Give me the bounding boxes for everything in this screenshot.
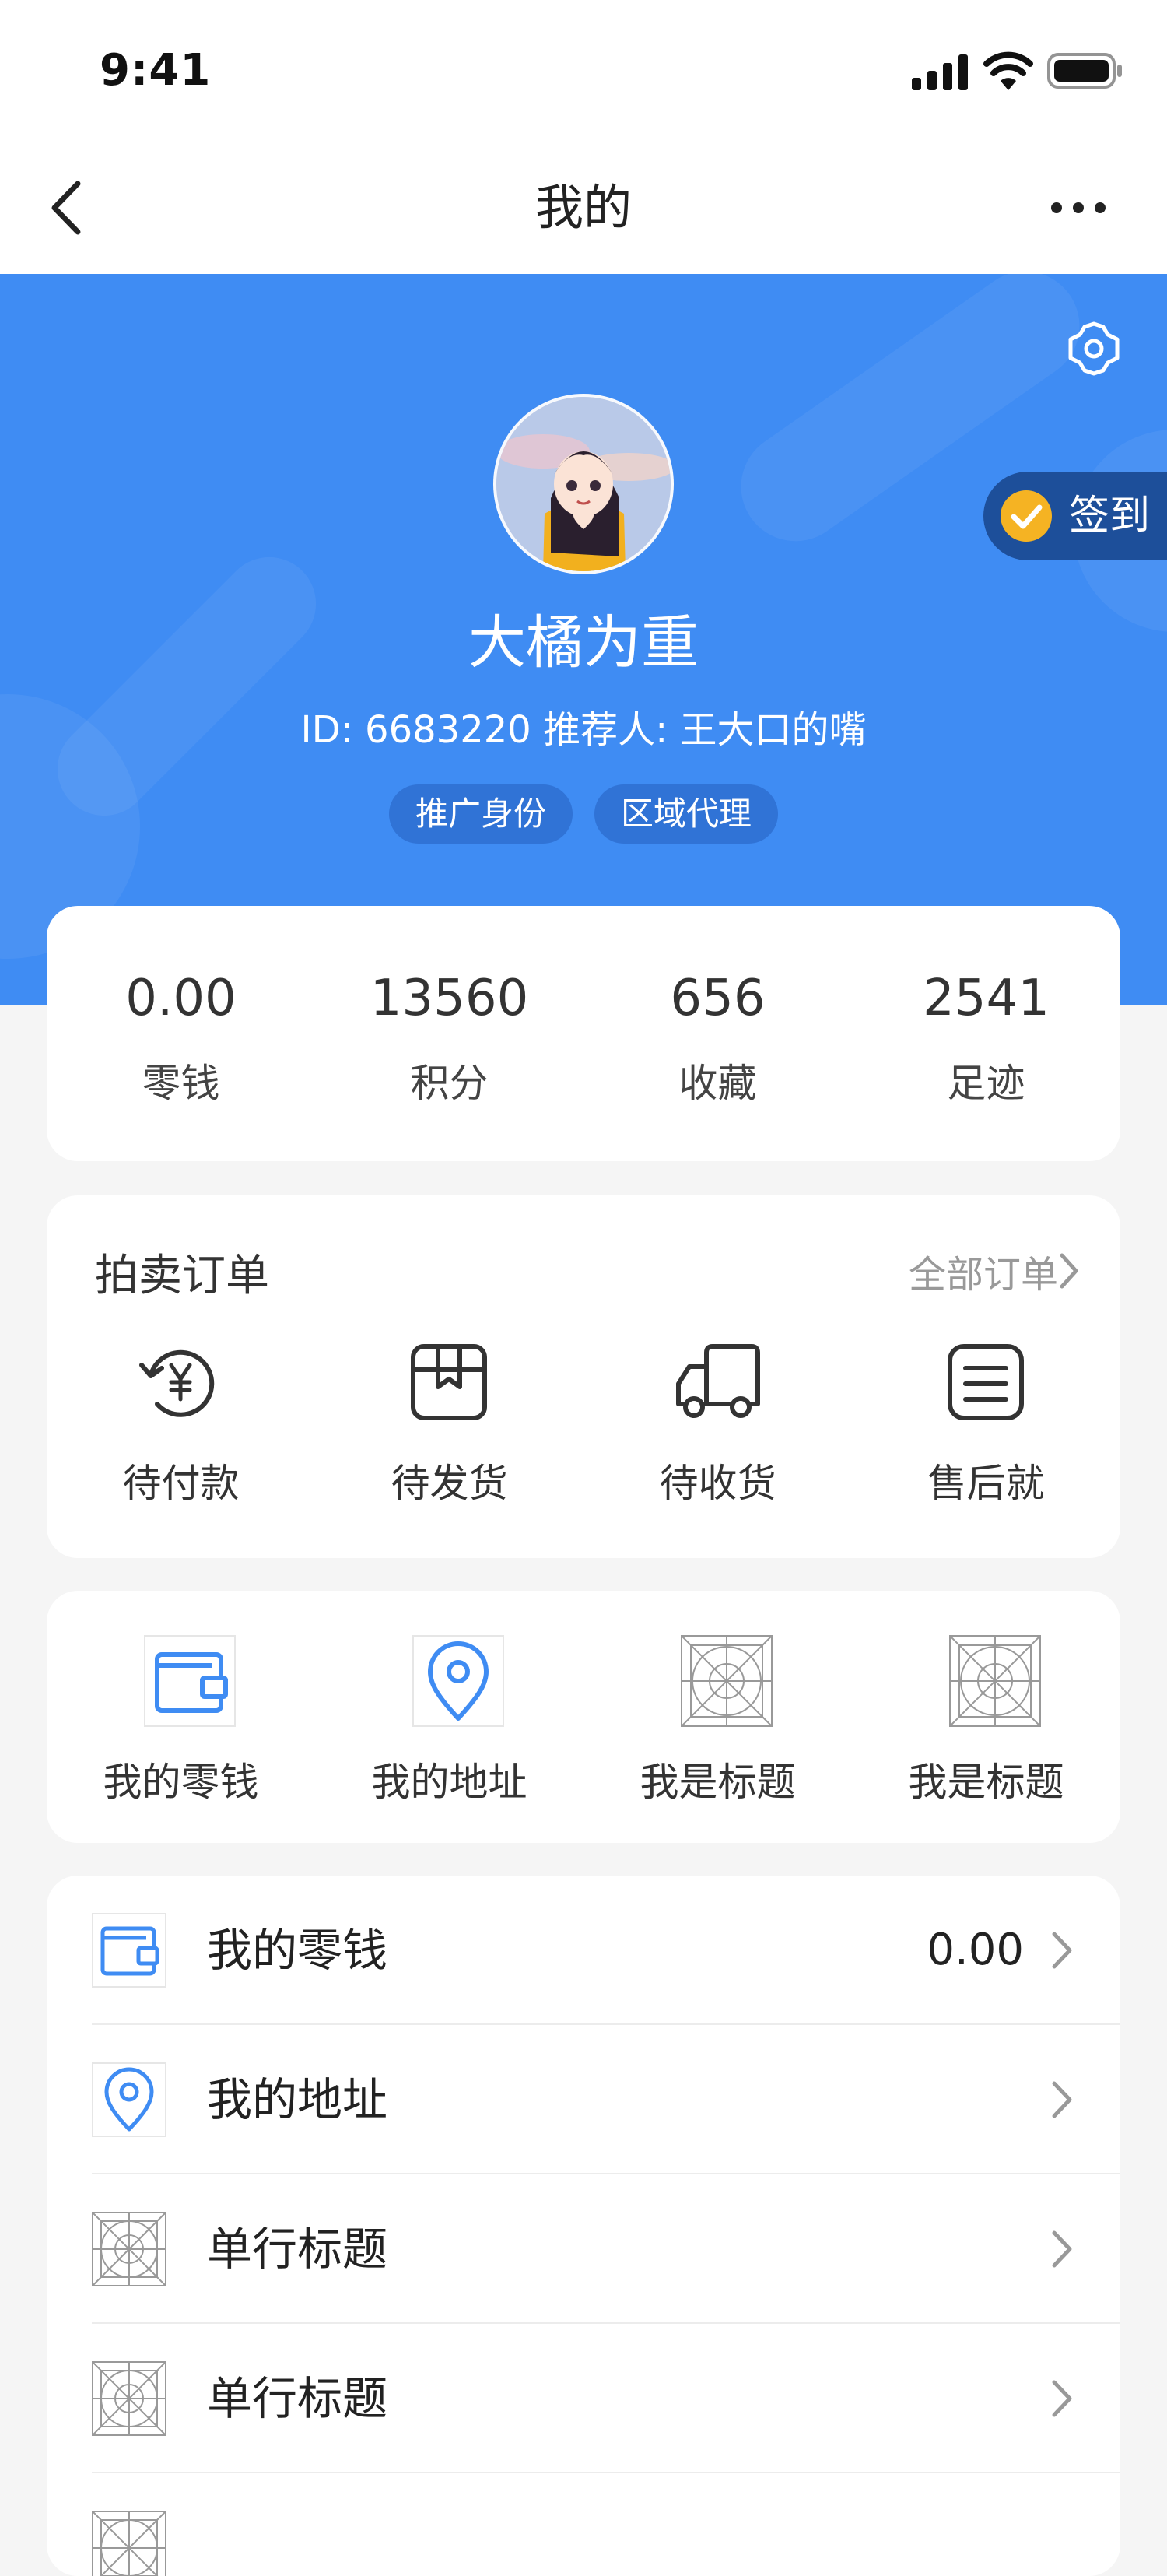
pending-shipment-icon [411,1344,487,1420]
menu-value: 0.00 [927,1925,1024,1975]
stat-footprints[interactable]: 2541 足迹 [852,906,1120,1161]
location-pin-icon [92,2062,166,2137]
placeholder-icon [949,1635,1041,1727]
stat-value: 0.00 [125,970,237,1027]
shortcut-label: 我的零钱 [103,1760,259,1805]
avatar-illustration [496,397,671,571]
wallet-icon [144,1635,236,1727]
settings-gear-icon[interactable] [1063,318,1125,380]
order-pending-receipt[interactable]: 待收货 [584,1335,852,1538]
more-icon[interactable] [1047,187,1109,229]
stat-favorites[interactable]: 656 收藏 [584,906,852,1161]
order-label: 待收货 [659,1461,776,1506]
avatar[interactable] [493,394,674,574]
stat-value: 2541 [923,970,1050,1027]
menu-item-partial[interactable] [47,2473,1120,2576]
menu-label: 单行标题 [207,2372,388,2425]
delivery-truck-icon [676,1344,760,1418]
chevron-right-icon [1052,2230,1072,2268]
menu-item-my-address[interactable]: 我的地址 [47,2025,1120,2174]
shortcut-label: 我是标题 [640,1760,796,1805]
stat-points[interactable]: 13560 积分 [315,906,584,1161]
back-arrow-icon[interactable] [44,173,90,243]
wifi-icon [983,51,1033,90]
placeholder-icon [681,1635,773,1727]
signal-icon [912,54,968,90]
menu-label: 我的零钱 [207,1924,388,1977]
placeholder-icon [92,2361,166,2436]
menu-item-single-title-1[interactable]: 单行标题 [47,2174,1120,2324]
menu-item-single-title-2[interactable]: 单行标题 [47,2324,1120,2473]
shortcut-my-change[interactable]: 我的零钱 [47,1591,315,1843]
shortcuts-card: 我的零钱 我的地址 我是标题 我是标题 [47,1591,1120,1843]
after-sales-icon [948,1344,1024,1420]
shortcut-title-1[interactable]: 我是标题 [584,1591,852,1843]
menu-item-my-change[interactable]: 我的零钱 0.00 [47,1876,1120,2025]
page-title: 我的 [534,179,632,236]
stats-card: 0.00 零钱 13560 积分 656 收藏 2541 足迹 [47,906,1120,1161]
orders-title: 拍卖订单 [95,1251,269,1301]
all-orders-link[interactable]: 全部订单 [909,1244,1058,1298]
order-pending-shipment[interactable]: 待发货 [315,1335,584,1538]
chevron-right-icon [1052,1932,1072,1969]
user-name: 大橘为重 [468,609,699,676]
checkin-check-icon [1001,490,1052,542]
user-id-referrer: ID: 6683220 推荐人: 王大口的嘴 [300,708,867,752]
location-pin-icon [412,1635,504,1727]
shortcut-my-address[interactable]: 我的地址 [315,1591,584,1843]
stat-value: 13560 [370,970,529,1027]
stat-value: 656 [670,970,766,1027]
chevron-right-icon [1052,2380,1072,2417]
order-label: 待付款 [122,1461,240,1506]
stat-label: 积分 [410,1061,489,1106]
placeholder-icon [92,2212,166,2286]
checkin-button[interactable]: 签到 [983,472,1167,560]
tag-promotion-identity[interactable]: 推广身份 [388,784,573,844]
stat-label: 零钱 [142,1061,220,1106]
tag-regional-agent[interactable]: 区域代理 [594,784,779,844]
order-label: 待发货 [391,1461,508,1506]
menu-label: 单行标题 [207,2223,388,2276]
profile-tags: 推广身份 区域代理 [0,784,1167,844]
shortcut-label: 我的地址 [371,1760,527,1805]
order-after-sales[interactable]: 售后就 [852,1335,1120,1538]
stat-label: 收藏 [678,1061,757,1106]
pending-payment-icon [139,1349,215,1417]
chevron-right-icon [1052,2081,1072,2118]
order-pending-payment[interactable]: 待付款 [47,1335,315,1538]
chevron-right-icon[interactable] [1058,1251,1080,1290]
auction-orders-card: 拍卖订单 全部订单 待付款 待发货 待收货 售后就 [47,1195,1120,1558]
status-time: 9:41 [100,45,212,96]
stat-label: 足迹 [947,1061,1025,1106]
menu-list-card: 我的零钱 0.00 我的地址 单行标题 单行标题 [47,1876,1120,2576]
battery-icon [1047,53,1122,89]
shortcut-title-2[interactable]: 我是标题 [852,1591,1120,1843]
menu-label: 我的地址 [207,2073,388,2126]
placeholder-icon [92,2511,166,2576]
order-label: 售后就 [927,1461,1045,1506]
stat-change[interactable]: 0.00 零钱 [47,906,315,1161]
shortcut-label: 我是标题 [908,1760,1064,1805]
checkin-label: 签到 [1069,493,1151,539]
wallet-icon [92,1913,166,1988]
